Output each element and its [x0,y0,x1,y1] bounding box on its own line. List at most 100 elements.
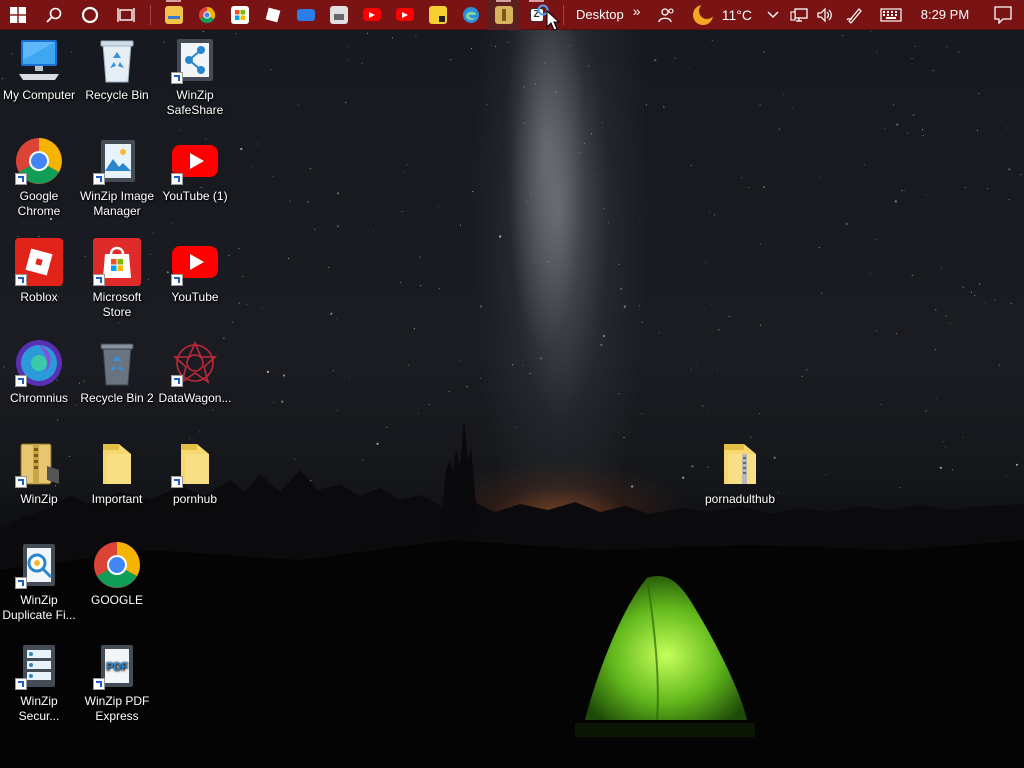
star [401,211,403,213]
desktop-icon-winzip-image-manager[interactable]: WinZip Image Manager [78,137,156,219]
desktop-icon-google[interactable]: GOOGLE [78,541,156,608]
star [1010,302,1012,304]
star [806,369,808,371]
star [645,104,647,106]
taskbar-app-roblox[interactable] [256,0,289,30]
star [450,59,452,61]
star [555,91,557,93]
star [896,123,899,126]
desktop-icon-roblox[interactable]: Roblox [0,238,78,305]
taskbar-app-remote-desktop[interactable] [289,0,322,30]
desktop-icon-winzip-safeshare[interactable]: WinZip SafeShare [156,36,234,118]
desktop-icon-label: My Computer [2,88,76,102]
star [486,104,488,106]
chrome-icon [93,541,141,589]
desktop-icon-recycle-bin[interactable]: Recycle Bin [78,36,156,103]
star [578,151,580,154]
desktop-icon-youtube-1[interactable]: YouTube (1) [156,137,234,204]
desktop-toolbar[interactable]: Desktop [570,0,628,30]
start-button[interactable] [0,0,36,30]
star [728,315,730,318]
star [345,101,347,104]
weather-temperature[interactable]: 11°C [718,0,760,30]
star [1020,173,1022,175]
star [529,372,531,375]
desktop-icon-my-computer[interactable]: My Computer [0,36,78,103]
star [913,114,915,116]
taskbar-app-file-explorer[interactable] [157,0,190,30]
star [272,176,274,178]
recycle-bin-icon [93,36,141,84]
task-view-button[interactable] [108,0,144,30]
taskbar-app-youtube[interactable] [355,0,388,30]
desktop-icon-label: Microsoft Store [92,290,142,319]
star [336,225,340,228]
double-chevron-icon: » [632,2,641,19]
desktop-icon-microsoft-store[interactable]: Microsoft Store [78,238,156,320]
taskbar-app-youtube-2[interactable] [388,0,421,30]
taskbar-app-photo-viewer[interactable] [322,0,355,30]
desktop-icon-pornhub[interactable]: pornhub [156,440,234,507]
taskbar-app-microsoft-store[interactable] [223,0,256,30]
task-view-icon [117,7,135,22]
star [420,285,422,287]
taskbar-app-google-chrome[interactable] [190,0,223,30]
taskbar-app-microsoft-edge[interactable] [454,0,487,30]
desktop-icon-pornadulthub[interactable]: pornadulthub [701,440,779,507]
desktop-icon-winzip[interactable]: WinZip [0,440,78,507]
toolbar-overflow-button[interactable]: » [628,0,646,30]
shortcut-arrow-icon [93,173,105,185]
star [472,191,474,193]
desktop-icon-youtube[interactable]: YouTube [156,238,234,305]
people-button[interactable] [654,0,680,30]
desktop-icon-label: YouTube (1) [162,189,228,203]
shortcut-arrow-icon [15,577,27,589]
star [332,370,334,372]
desktop-icon-winzip-secure-backup[interactable]: WinZip Secur... [0,642,78,724]
star [314,228,316,230]
star [759,243,761,245]
cortana-button[interactable] [72,0,108,30]
star [760,324,762,326]
weather-button[interactable] [688,0,718,30]
winzip-image-manager-icon [93,137,141,185]
star [480,305,483,308]
star [336,318,338,320]
volume-button[interactable] [812,0,838,30]
pen-workspace-button[interactable] [842,0,868,30]
star [591,133,593,135]
taskbar-app-sticky-notes[interactable] [421,0,454,30]
datawagon-icon [171,339,219,387]
desktop-icon-google-chrome[interactable]: Google Chrome [0,137,78,219]
touch-keyboard-button[interactable] [874,0,908,30]
clock[interactable]: 8:29 PM [914,0,976,30]
desktop-icon-winzip-pdf-express[interactable]: PDF WinZip PDF Express [78,642,156,724]
star [415,35,417,37]
youtube-icon [171,238,219,286]
star [690,368,692,370]
desktop-icon-chromnius[interactable]: Chromnius [0,339,78,406]
action-center-button[interactable] [984,0,1022,30]
taskbar-app-winzip[interactable] [487,0,520,30]
star [330,312,333,315]
desktop-icon-winzip-duplicate-finder[interactable]: WinZip Duplicate Fi... [0,541,78,623]
network-button[interactable] [786,0,812,30]
desktop-icon-label: WinZip Secur... [18,694,60,723]
star [987,188,989,190]
star [413,328,415,330]
show-hidden-icons-button[interactable] [760,0,786,30]
star [711,303,713,305]
star [821,292,823,294]
star [403,170,405,172]
desktop-icon-recycle-bin-2[interactable]: Recycle Bin 2 [78,339,156,406]
search-button[interactable] [36,0,72,30]
desktop-icon-label: YouTube [171,290,219,304]
star [438,288,440,290]
clock-time: 8:29 PM [920,7,970,22]
star [608,222,610,224]
star [688,66,690,68]
desktop-icon-datawagon[interactable]: DataWagon... [156,339,234,406]
desktop-icon-label: Recycle Bin [85,88,149,102]
desktop-icon-important[interactable]: Important [78,440,156,507]
star [994,299,996,301]
